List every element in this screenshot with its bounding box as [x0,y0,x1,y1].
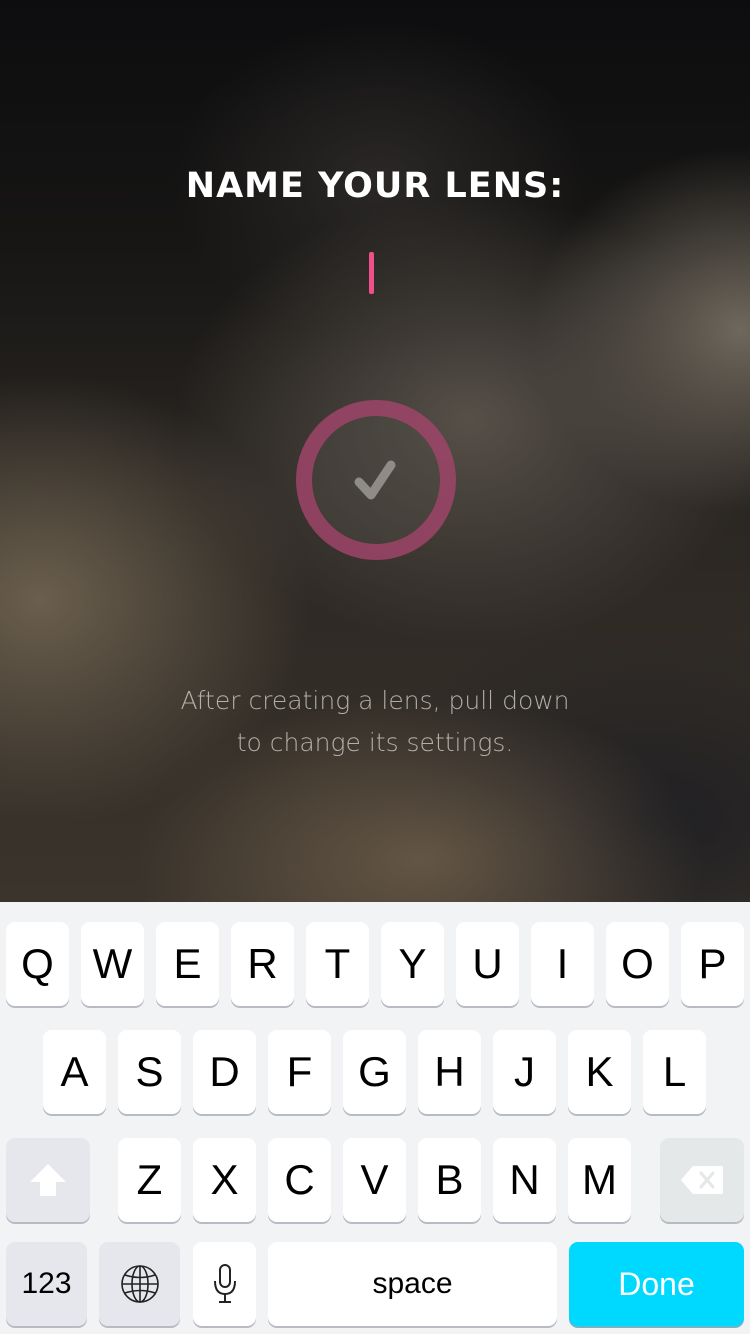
key-c[interactable]: C [268,1138,331,1222]
key-v[interactable]: V [343,1138,406,1222]
hint-text: After creating a lens, pull down to chan… [180,686,570,757]
key-q[interactable]: Q [6,922,69,1006]
key-a[interactable]: A [43,1030,106,1114]
microphone-icon [213,1264,236,1303]
confirm-button[interactable] [296,400,456,560]
numbers-key[interactable]: 123 [6,1242,87,1326]
space-key[interactable]: space [268,1242,557,1326]
shift-key[interactable] [6,1138,90,1222]
key-z[interactable]: Z [118,1138,181,1222]
key-x[interactable]: X [193,1138,256,1222]
key-y[interactable]: Y [381,922,444,1006]
key-b[interactable]: B [418,1138,481,1222]
key-h[interactable]: H [418,1030,481,1114]
delete-key[interactable] [660,1138,744,1222]
key-m[interactable]: M [568,1138,631,1222]
key-d[interactable]: D [193,1030,256,1114]
key-r[interactable]: R [231,922,294,1006]
key-e[interactable]: E [156,922,219,1006]
globe-icon [120,1265,159,1303]
key-s[interactable]: S [118,1030,181,1114]
key-t[interactable]: T [306,922,369,1006]
key-p[interactable]: P [681,922,744,1006]
key-u[interactable]: U [456,922,519,1006]
dictation-key[interactable] [193,1242,256,1326]
key-f[interactable]: F [268,1030,331,1114]
lens-name-input[interactable] [369,252,374,294]
key-k[interactable]: K [568,1030,631,1114]
key-j[interactable]: J [493,1030,556,1114]
key-i[interactable]: I [531,922,594,1006]
key-g[interactable]: G [343,1030,406,1114]
shift-arrow-icon [30,1164,66,1196]
key-l[interactable]: L [643,1030,706,1114]
key-o[interactable]: O [606,922,669,1006]
backspace-icon [681,1166,723,1194]
key-w[interactable]: W [81,922,144,1006]
checkmark-icon [354,460,396,500]
page-title: NAME YOUR LENS: [185,166,565,206]
globe-key[interactable] [99,1242,180,1326]
keyboard: Q W E R T Y U I O P A S D F G H J K L Z … [0,902,750,1334]
key-n[interactable]: N [493,1138,556,1222]
done-button[interactable]: Done [569,1242,744,1326]
